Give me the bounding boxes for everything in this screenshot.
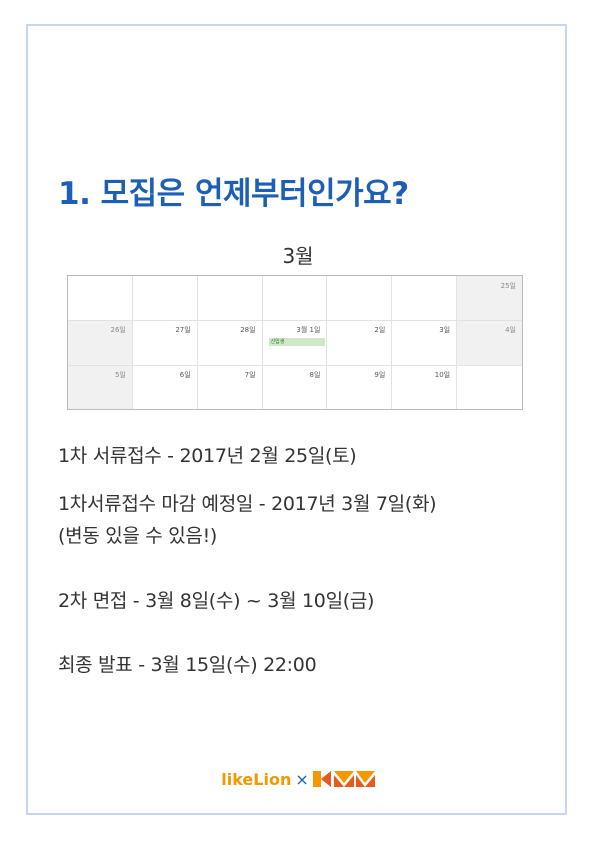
calendar-day-number: 7일: [244, 370, 256, 379]
info-final: 최종 발표 - 3월 15일(수) 22:00: [58, 654, 317, 676]
info-deadline: 1차서류접수 마감 예정일 - 2017년 3월 7일(화): [58, 493, 437, 515]
info-interview: 2차 면접 - 3월 8일(수) ~ 3월 10일(금): [58, 590, 375, 612]
calendar-day-cell[interactable]: [327, 276, 393, 321]
calendar-week-row: 25일: [68, 276, 522, 321]
calendar-day-cell[interactable]: [198, 276, 263, 321]
calendar-day-cell[interactable]: 8일: [263, 364, 328, 409]
calendar-month-title: 3월: [282, 244, 314, 268]
info-first-round: 1차 서류접수 - 2017년 2월 25일(토): [58, 445, 357, 467]
calendar-row-divider: [68, 320, 522, 322]
calendar-row-divider: [68, 364, 522, 366]
calendar-day-cell[interactable]: 25일: [457, 276, 522, 321]
calendar-day-cell[interactable]: [457, 365, 522, 409]
calendar-day-number: 27일: [175, 326, 191, 335]
cross-separator: ×: [295, 770, 309, 789]
calendar-day-number: 28일: [240, 326, 256, 335]
page-frame: [26, 24, 567, 815]
calendar-day-number: 3월 1일: [296, 326, 321, 335]
calendar-day-number: 6일: [179, 370, 191, 379]
calendar-day-cell[interactable]: 3일: [392, 320, 458, 365]
calendar-day-cell[interactable]: [68, 276, 133, 321]
calendar-day-number: 10일: [434, 370, 451, 379]
calendar-day-cell[interactable]: [263, 276, 328, 321]
calendar-day-cell[interactable]: 6일: [133, 364, 198, 409]
calendar-day-number: 5일: [114, 370, 126, 379]
calendar-day-number: 4일: [505, 326, 516, 335]
calendar-day-number: 3일: [439, 326, 451, 335]
calendar-day-number: 26일: [110, 326, 126, 335]
calendar-week-row: 26일 27일 28일 3월 1일신입생 2일 3일 4일: [68, 320, 522, 365]
calendar-day-number: 25일: [500, 282, 516, 290]
calendar: 25일 26일 27일 28일 3월 1일신입생 2일 3일 4일 5일 6일 7일 8일 9일 10일: [67, 275, 523, 410]
calendar-day-cell[interactable]: [392, 276, 458, 321]
calendar-day-cell[interactable]: 2일: [327, 320, 393, 365]
calendar-week-row: 5일 6일 7일 8일 9일 10일: [68, 364, 522, 409]
calendar-day-cell[interactable]: 4일: [457, 320, 522, 365]
calendar-day-number: 2일: [374, 326, 386, 335]
kmm-logo-icon: [312, 770, 375, 791]
calendar-day-cell[interactable]: 3월 1일신입생: [263, 320, 328, 365]
likelion-logo: likeLion: [221, 770, 292, 789]
calendar-event[interactable]: 신입생: [268, 338, 325, 347]
calendar-day-cell[interactable]: 5일: [68, 364, 133, 409]
calendar-day-cell[interactable]: 28일: [198, 320, 263, 365]
info-note: (변동 있을 수 있음!): [58, 525, 218, 547]
calendar-day-cell[interactable]: 26일: [68, 320, 133, 365]
footer-logos: likeLion ×: [0, 770, 596, 791]
calendar-day-number: 9일: [374, 370, 386, 379]
calendar-day-number: 8일: [309, 370, 321, 379]
calendar-day-cell[interactable]: 10일: [392, 364, 458, 409]
calendar-day-cell[interactable]: [133, 276, 198, 321]
calendar-day-cell[interactable]: 7일: [198, 364, 263, 409]
calendar-day-cell[interactable]: 9일: [327, 364, 393, 409]
page-title: 1. 모집은 언제부터인가요?: [58, 176, 409, 212]
calendar-day-cell[interactable]: 27일: [133, 320, 198, 365]
